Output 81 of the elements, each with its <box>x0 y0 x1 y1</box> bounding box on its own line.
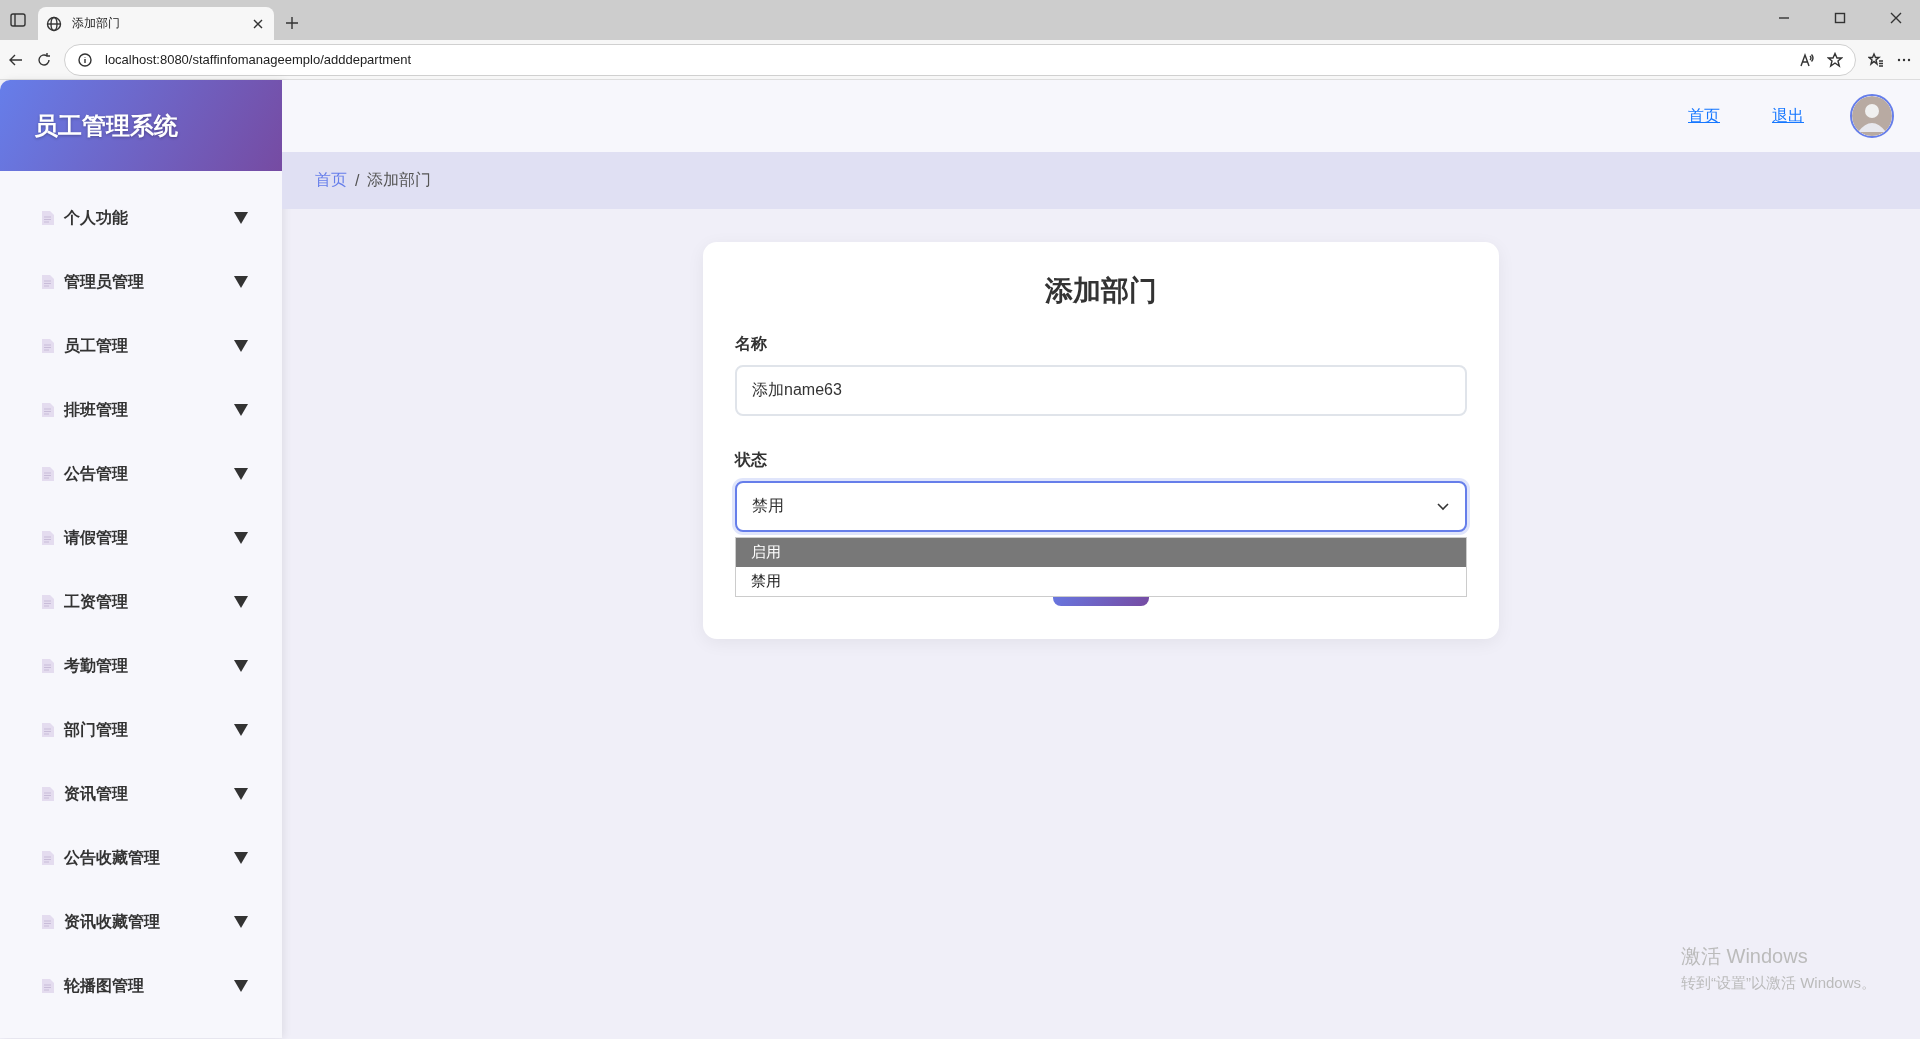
menu-label: 资讯收藏管理 <box>64 911 161 932</box>
dropdown-option[interactable]: 禁用 <box>736 567 1466 596</box>
triangle-icon[interactable] <box>234 916 248 928</box>
menu-label: 公告管理 <box>64 463 129 484</box>
document-icon <box>42 659 54 673</box>
sidebar-item[interactable]: 考勤管理 <box>0 634 282 698</box>
sidebar-item[interactable]: 部门管理 <box>0 698 282 762</box>
sidebar-item[interactable]: 轮播图管理 <box>0 954 282 1018</box>
close-icon[interactable] <box>1888 10 1904 26</box>
sidebar-item[interactable]: 工资管理 <box>0 570 282 634</box>
input-field[interactable]: 添加name63 <box>735 365 1467 416</box>
menu-label: 公告收藏管理 <box>64 847 161 868</box>
triangle-icon[interactable] <box>234 596 248 608</box>
document-icon <box>42 467 54 481</box>
menu-label: 工资管理 <box>64 591 129 612</box>
header-link[interactable]: 退出 <box>1772 105 1804 127</box>
menu-label: 资讯管理 <box>64 783 129 804</box>
field-label: 状态 <box>735 450 768 470</box>
app-title: 员工管理系统 <box>34 110 178 141</box>
menu-label: 个人功能 <box>64 207 129 228</box>
triangle-icon[interactable] <box>234 340 248 352</box>
sidebar-item[interactable]: 排班管理 <box>0 378 282 442</box>
triangle-icon[interactable] <box>234 468 248 480</box>
menu-label: 员工管理 <box>64 335 129 356</box>
maximize-icon[interactable] <box>1832 10 1848 26</box>
sidebar-item[interactable]: 资讯收藏管理 <box>0 890 282 954</box>
tabs-icon[interactable] <box>8 10 28 30</box>
document-icon <box>42 275 54 289</box>
activation-title: 激活 Windows <box>1681 944 1809 969</box>
chevron-down-icon <box>1436 501 1450 512</box>
sidebar-item[interactable]: 个人功能 <box>0 186 282 250</box>
address-bar[interactable]: localhost:8080/staffinfomanageemplo/adddepartment <box>64 43 1856 76</box>
globe-icon <box>46 15 62 32</box>
document-icon <box>42 723 54 737</box>
form-title: 添加部门 <box>1044 274 1158 308</box>
sidebar-item[interactable]: 资讯管理 <box>0 762 282 826</box>
sidebar-item[interactable]: 员工管理 <box>0 314 282 378</box>
triangle-icon[interactable] <box>234 980 248 992</box>
triangle-icon[interactable] <box>234 276 248 288</box>
avatar[interactable] <box>1850 94 1894 138</box>
document-icon <box>42 339 54 353</box>
document-icon <box>42 787 54 801</box>
triangle-icon[interactable] <box>234 660 248 672</box>
dropdown-option[interactable]: 启用 <box>736 538 1466 567</box>
field-label: 名称 <box>735 334 768 354</box>
sidebar-item[interactable]: 公告收藏管理 <box>0 826 282 890</box>
star-icon[interactable] <box>1827 51 1843 68</box>
triangle-icon[interactable] <box>234 404 248 416</box>
breadcrumb-separator: / <box>355 171 360 190</box>
menu-label: 管理员管理 <box>64 271 145 292</box>
browser-tab[interactable]: 添加部门 <box>38 7 274 40</box>
menu-label: 轮播图管理 <box>64 975 145 996</box>
breadcrumb-current: 添加部门 <box>367 170 432 190</box>
header-link[interactable]: 首页 <box>1688 105 1720 127</box>
document-icon <box>42 531 54 545</box>
menu-label: 部门管理 <box>64 719 129 740</box>
info-icon[interactable] <box>77 51 93 68</box>
menu-label: 排班管理 <box>64 399 129 420</box>
new-tab-icon[interactable] <box>284 15 300 31</box>
document-icon <box>42 979 54 993</box>
menu-label: 考勤管理 <box>64 655 129 676</box>
reload-icon[interactable] <box>36 51 52 68</box>
sidebar-item[interactable]: 公告管理 <box>0 442 282 506</box>
document-icon <box>42 851 54 865</box>
triangle-icon[interactable] <box>234 212 248 224</box>
sidebar-item[interactable]: 请假管理 <box>0 506 282 570</box>
document-icon <box>42 211 54 225</box>
triangle-icon[interactable] <box>234 724 248 736</box>
triangle-icon[interactable] <box>234 532 248 544</box>
document-icon <box>42 403 54 417</box>
tab-title: 添加部门 <box>72 15 121 32</box>
document-icon <box>42 595 54 609</box>
menu-label: 请假管理 <box>64 527 129 548</box>
sidebar-item[interactable]: 管理员管理 <box>0 250 282 314</box>
document-icon <box>42 915 54 929</box>
triangle-icon[interactable] <box>234 852 248 864</box>
select-field[interactable]: 禁用 <box>735 481 1467 532</box>
url-text: localhost:8080/staffinfomanageemplo/adddepartment <box>105 52 413 67</box>
triangle-icon[interactable] <box>234 788 248 800</box>
read-aloud-icon[interactable] <box>1799 51 1815 68</box>
favorites-icon[interactable] <box>1868 51 1884 68</box>
